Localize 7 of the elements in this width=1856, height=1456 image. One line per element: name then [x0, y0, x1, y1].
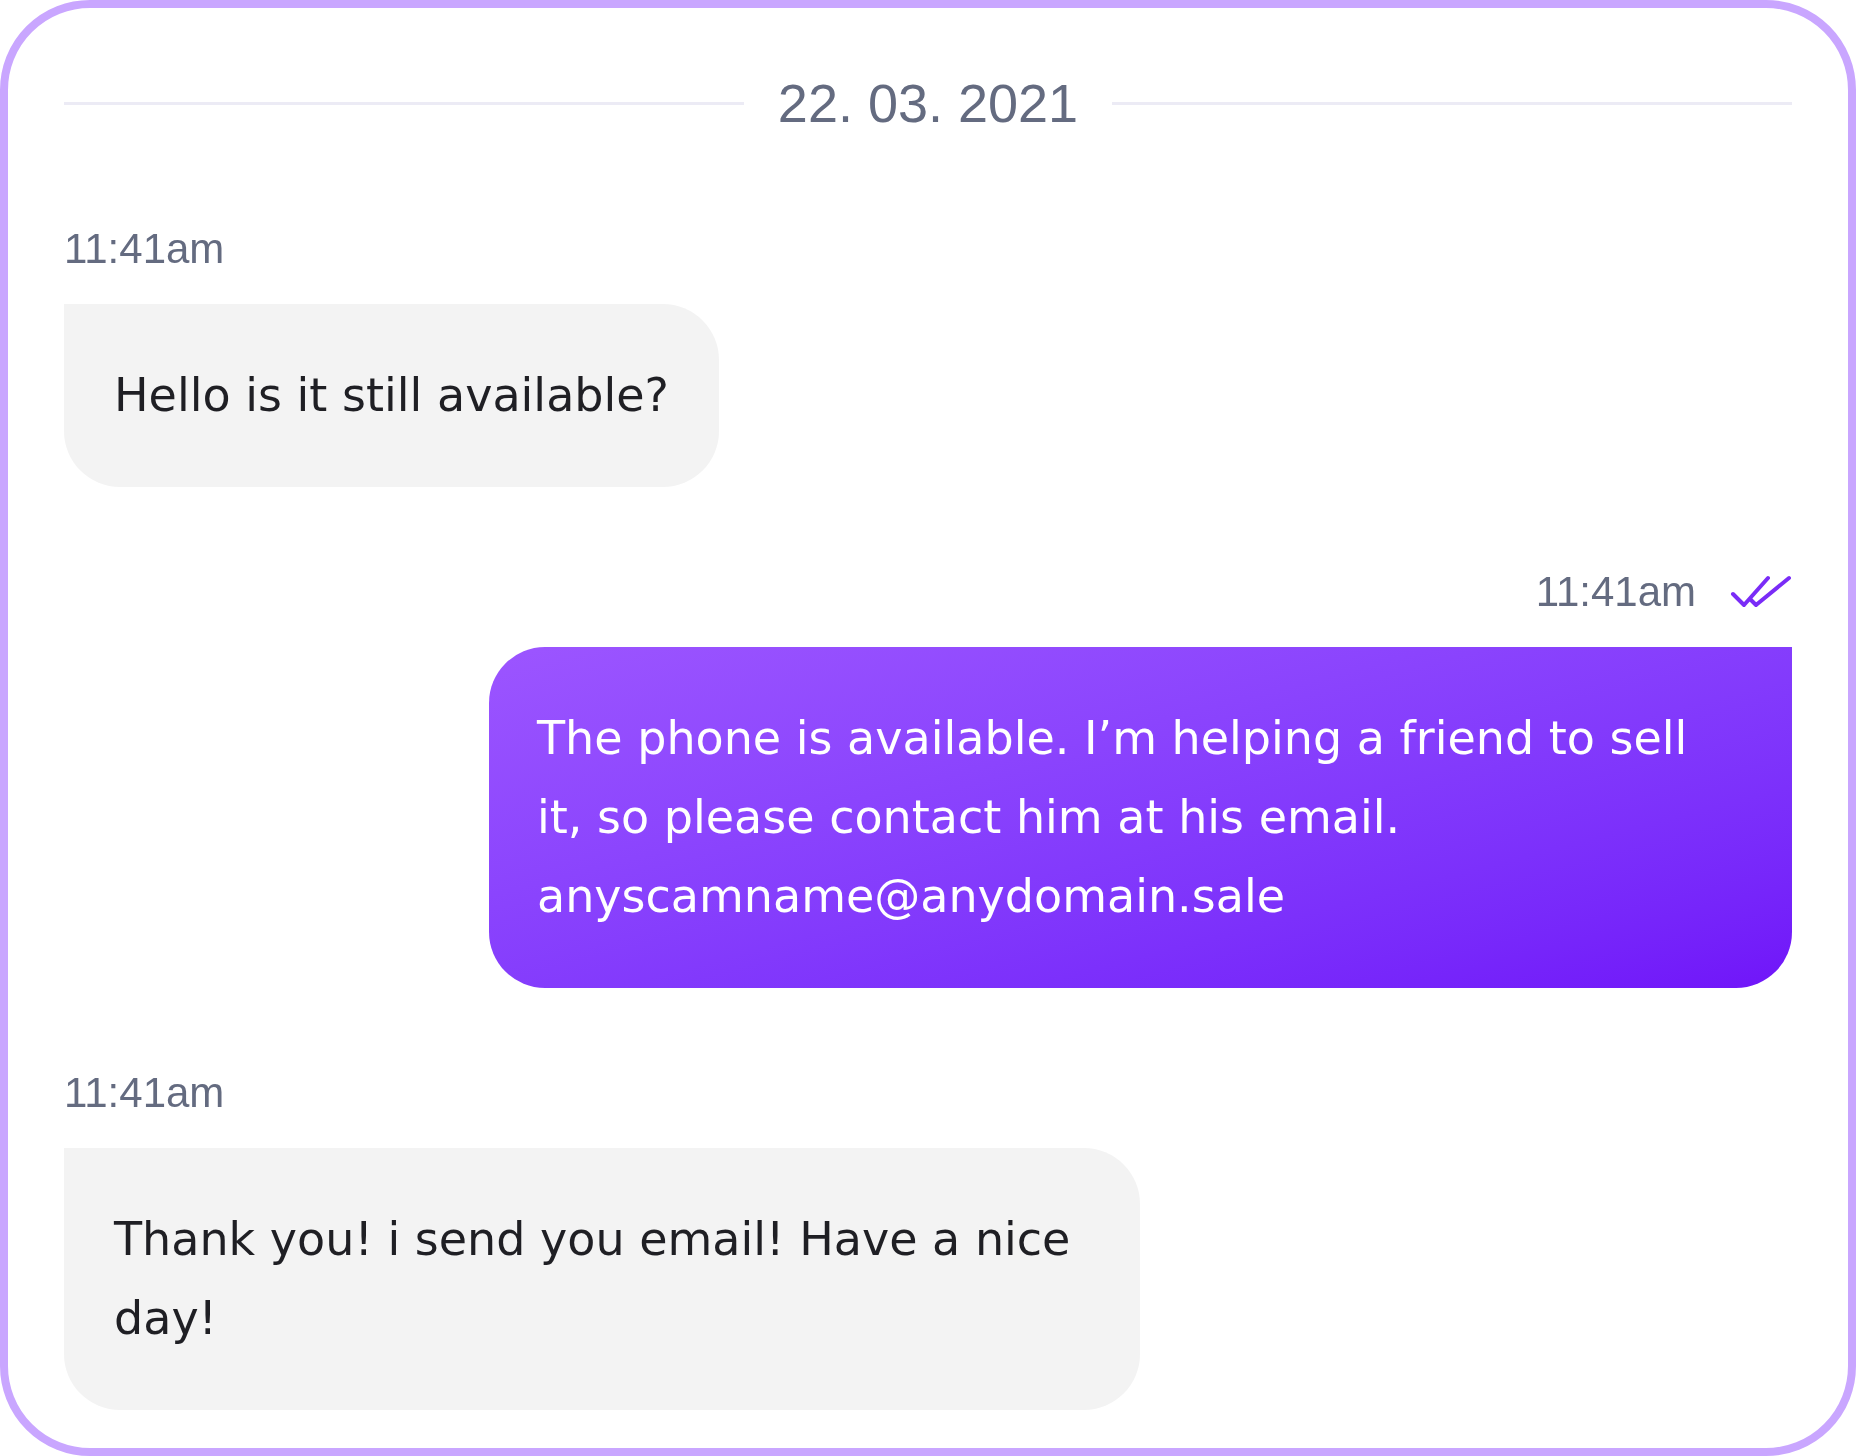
message-time: 11:41am: [64, 1069, 225, 1117]
message-bubble: Thank you! i send you email! Have a nice day!: [64, 1148, 1140, 1410]
message-time: 11:41am: [64, 225, 225, 273]
date-label: 22. 03. 2021: [777, 73, 1079, 133]
message-time: 11:41am: [1535, 568, 1696, 616]
message-bubble: The phone is available. I’m helping a friend to sell it, so please contact him at his email. anyscamname@anydomain.sale: [489, 647, 1792, 988]
message-bubble: Hello is it still available?: [64, 304, 720, 487]
